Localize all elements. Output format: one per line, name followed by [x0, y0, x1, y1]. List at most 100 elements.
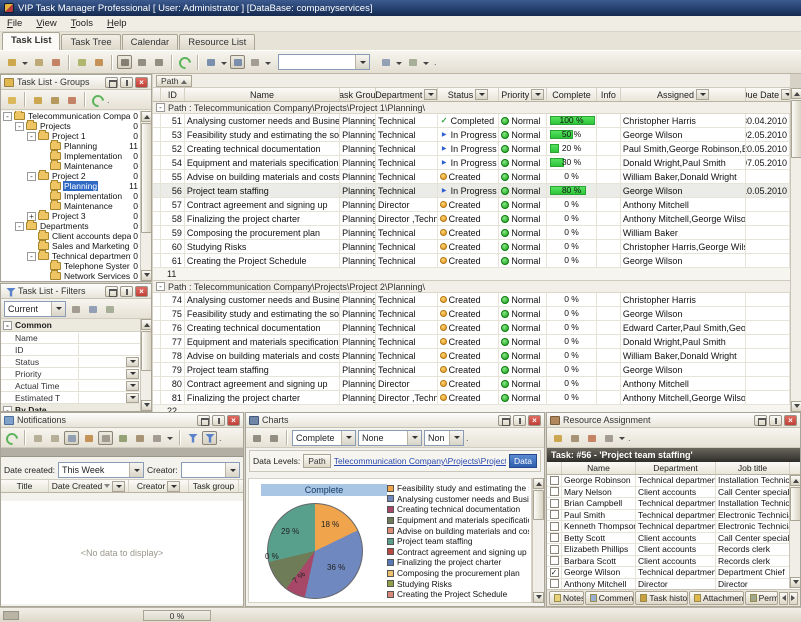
tab-task-tree[interactable]: Task Tree [61, 34, 120, 50]
panel-restore-button[interactable] [105, 77, 118, 88]
filter-field-dropdown[interactable] [126, 393, 139, 403]
tab-comments[interactable]: Comments [585, 591, 635, 605]
resource-row[interactable]: Paul SmithTechnical departmentElectronic… [547, 510, 800, 522]
tree-item[interactable]: Implementation0 [1, 151, 140, 161]
filter-row[interactable]: Name [1, 332, 140, 344]
task-row[interactable]: 56Project team staffingPlanningTechnical… [153, 184, 790, 198]
column-header-date-created[interactable]: Date Created [49, 480, 129, 492]
column-header-info[interactable]: Info [597, 88, 621, 101]
save-filter-button[interactable] [68, 302, 83, 316]
edit-task-button[interactable] [31, 55, 46, 69]
task-row[interactable]: 75Feasibility study and estimating the s… [153, 307, 790, 321]
column-header-job-title[interactable]: Job title [716, 462, 790, 474]
find-dropdown[interactable] [396, 62, 402, 68]
scroll-up-arrow[interactable] [790, 475, 801, 486]
panel-restore-button[interactable] [754, 415, 767, 426]
tab-perm[interactable]: Perm [745, 591, 778, 605]
chart-value-dropdown[interactable] [341, 431, 355, 445]
panel-close-button[interactable]: × [135, 77, 148, 88]
menu-item-view[interactable]: View [29, 17, 63, 30]
search-dropdown[interactable] [355, 55, 369, 69]
task-row[interactable]: 79Project team staffingPlanningTechnical… [153, 363, 790, 377]
column-header-department[interactable]: Department [376, 88, 438, 101]
resource-row[interactable]: ✓George WilsonTechnical departmentDepart… [547, 567, 800, 579]
chart-scrollbar[interactable] [532, 478, 543, 603]
tree-expander[interactable]: - [27, 252, 36, 261]
group-path-row[interactable]: -Path : Telecommunication Company\Projec… [153, 281, 790, 293]
resource-scrollbar[interactable] [789, 475, 800, 588]
auto-preview-button[interactable] [98, 431, 113, 445]
column-header-task-group[interactable]: Task Group [340, 88, 376, 101]
new-group-button[interactable] [4, 93, 19, 107]
delete-task-button[interactable] [48, 55, 63, 69]
resource-overflow[interactable]: . [628, 433, 631, 443]
assign-resource-button[interactable] [117, 55, 132, 69]
grid-scrollbar[interactable] [790, 88, 801, 412]
scroll-down-arrow[interactable] [141, 270, 152, 281]
view-mode-dropdown[interactable] [221, 62, 227, 68]
tree-item[interactable]: +Project 30 [1, 211, 140, 221]
tree-item[interactable]: -Telecommunication Company0 [1, 111, 140, 121]
column-header-priority[interactable]: Priority [499, 88, 547, 101]
resource-checkbox[interactable] [550, 510, 559, 519]
panel-pin-button[interactable] [769, 415, 782, 426]
chart-extra-dropdown[interactable] [449, 431, 463, 445]
task-row[interactable]: 81Finalizing the project charterPlanning… [153, 391, 790, 405]
sort-dropdown[interactable] [265, 62, 271, 68]
scroll-thumb[interactable] [791, 100, 801, 158]
column-header-creator[interactable]: Creator [129, 480, 189, 492]
column-header-name[interactable]: Name [185, 88, 340, 101]
resource-options-button[interactable] [601, 431, 616, 445]
tree-item[interactable]: -Project 20 [1, 171, 140, 181]
scroll-down-arrow[interactable] [533, 592, 544, 603]
scroll-thumb[interactable] [790, 487, 801, 521]
column-header-assigned[interactable]: Assigned [621, 88, 746, 101]
column-header-title[interactable]: Title [1, 480, 49, 492]
groups-refresh-button[interactable] [90, 93, 105, 107]
chart-extra-combobox[interactable]: Non [424, 430, 464, 446]
delete-group-button[interactable] [64, 93, 79, 107]
notifications-filter-button[interactable] [185, 431, 200, 445]
new-task-button[interactable] [4, 55, 19, 69]
resource-checkbox[interactable] [550, 533, 559, 542]
data-level-path-button[interactable]: Path [303, 454, 331, 468]
scroll-up-arrow[interactable] [141, 319, 152, 330]
tree-item[interactable]: -Technical department0 [1, 251, 140, 261]
tab-task-list[interactable]: Task List [2, 32, 60, 50]
column-filter-dropdown[interactable] [531, 89, 544, 100]
panel-restore-button[interactable] [105, 286, 118, 297]
task-row[interactable]: 74Analysing customer needs and Business … [153, 293, 790, 307]
preview-pane-button[interactable] [64, 431, 79, 445]
column-filter-dropdown[interactable] [781, 89, 790, 100]
panel-pin-button[interactable] [120, 286, 133, 297]
tree-item[interactable]: Planning11 [1, 181, 140, 191]
task-row[interactable]: 52Creating technical documentationPlanni… [153, 142, 790, 156]
resource-checkbox[interactable] [550, 579, 559, 588]
column-header-due-date[interactable]: Due Date [746, 88, 790, 101]
tree-expander[interactable]: - [15, 122, 24, 131]
resource-checkbox[interactable] [550, 556, 559, 565]
tree-item[interactable]: -Departments0 [1, 221, 140, 231]
filter-preset-dropdown[interactable] [51, 302, 65, 316]
column-filter-dropdown[interactable] [167, 481, 180, 492]
tab-attachments[interactable]: Attachments [689, 591, 744, 605]
resource-row[interactable]: Brian CampbellTechnical departmentInstal… [547, 498, 800, 510]
task-row[interactable]: 54Equipment and materials specificationP… [153, 156, 790, 170]
notifications-filter-toggle[interactable] [202, 431, 217, 445]
scroll-thumb[interactable] [141, 331, 152, 371]
assign-button[interactable] [550, 431, 565, 445]
export-chart-button[interactable] [266, 431, 281, 445]
find-button[interactable] [378, 55, 393, 69]
tree-item[interactable]: -Project 10 [1, 131, 140, 141]
date-created-combobox[interactable]: This Week [58, 462, 144, 478]
resource-row[interactable]: George RobinsonTechnical departmentInsta… [547, 475, 800, 487]
data-level-path-link[interactable]: Telecommunication Company\Projects\Proje… [334, 456, 506, 466]
resource-checkbox[interactable] [550, 522, 559, 531]
duplicate-task-button[interactable] [74, 55, 89, 69]
resource-options-dropdown[interactable] [619, 437, 625, 443]
filter-preset-combobox[interactable]: Current [4, 301, 66, 317]
apply-filter-button[interactable] [85, 302, 100, 316]
tab-calendar[interactable]: Calendar [122, 34, 179, 50]
tree-expander[interactable]: - [27, 172, 36, 181]
filter-row[interactable]: ID [1, 344, 140, 356]
